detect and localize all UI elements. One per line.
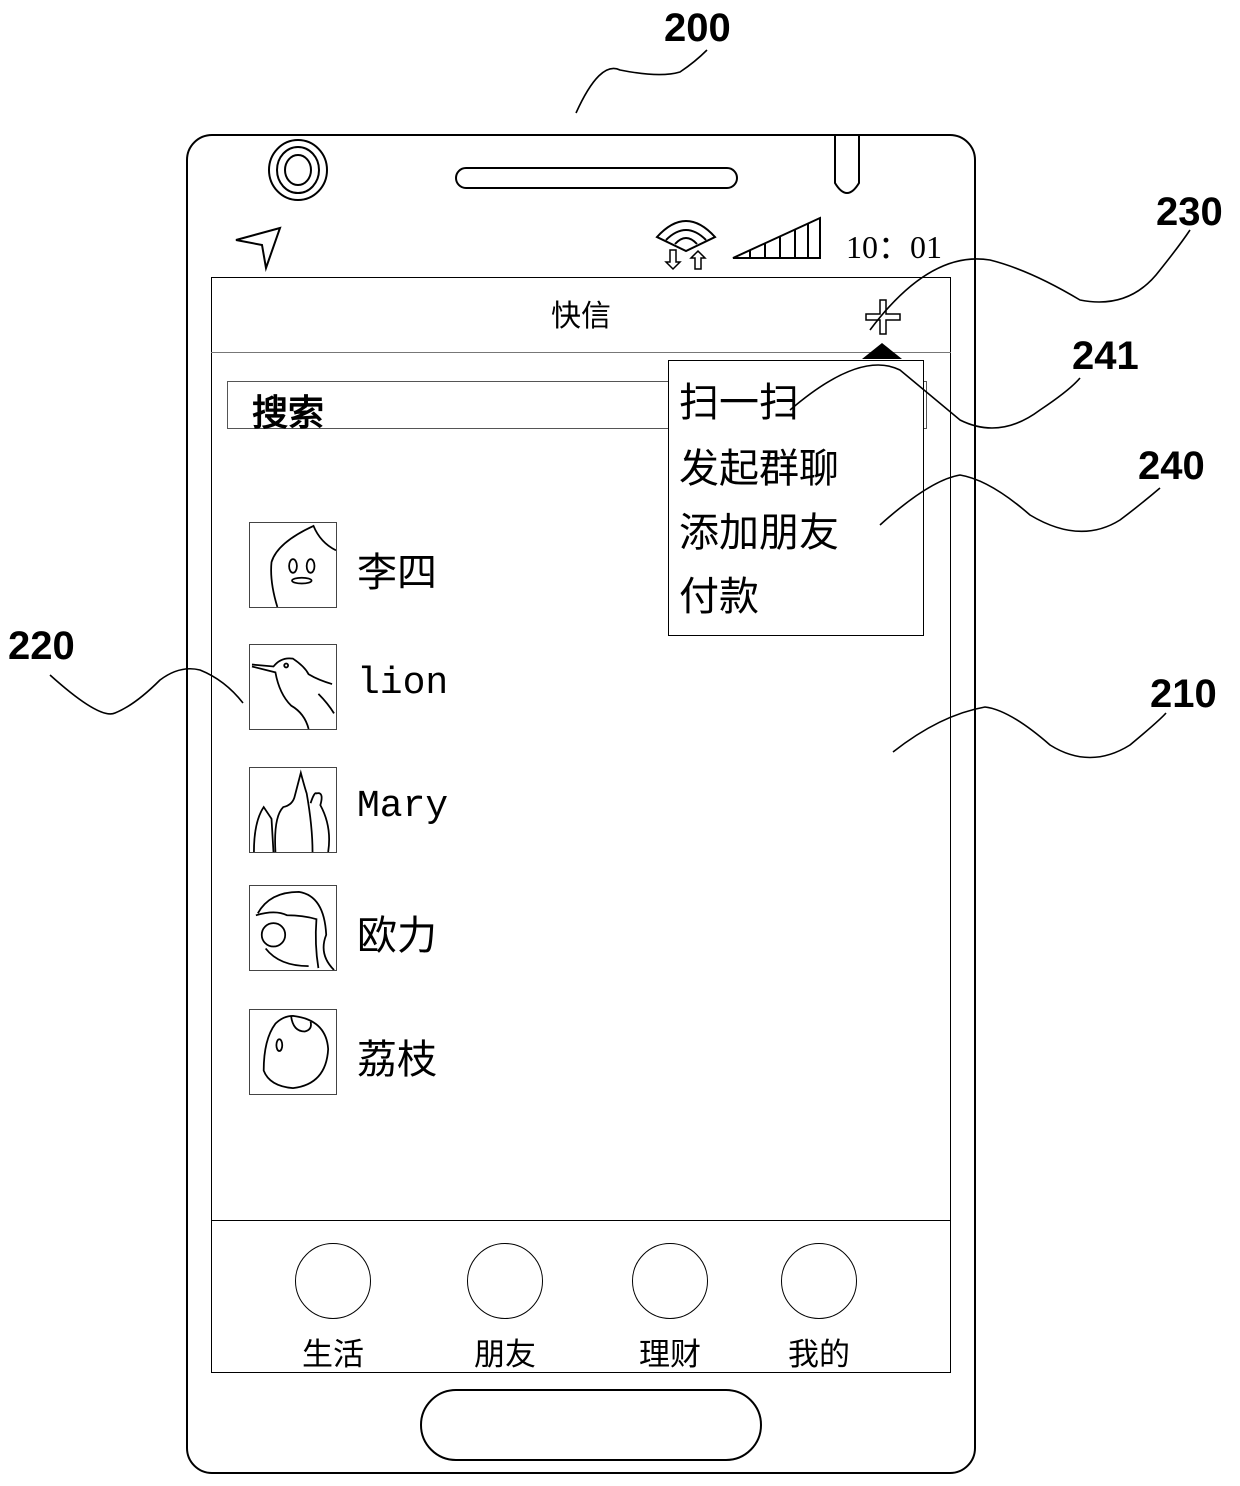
app-header: 快信 (211, 277, 951, 353)
ref-label-230: 230 (1156, 190, 1223, 234)
tab-label: 理财 (639, 1337, 701, 1373)
tab-finance-icon (632, 1243, 708, 1319)
status-time: 10：01 (846, 229, 943, 265)
tab-friends-icon (467, 1243, 543, 1319)
contact-name: 李四 (357, 550, 437, 596)
lychee-avatar (249, 1009, 337, 1095)
home-button[interactable] (420, 1389, 762, 1461)
contact-item[interactable]: Mary (249, 767, 649, 855)
tab-life[interactable]: 生活 (273, 1221, 393, 1373)
contact-name: 荔枝 (357, 1037, 437, 1083)
popup-menu: 扫一扫 发起群聊 添加朋友 付款 (668, 360, 924, 636)
contact-item[interactable]: 荔枝 (249, 1009, 649, 1097)
tab-label: 生活 (302, 1337, 364, 1373)
ghost-avatar (249, 522, 337, 608)
ref-label-240: 240 (1138, 444, 1205, 488)
app-title: 快信 (551, 299, 611, 334)
tab-me-icon (781, 1243, 857, 1319)
contact-name: lion (357, 662, 449, 705)
menu-item-payment[interactable]: 付款 (679, 575, 759, 619)
tab-life-icon (295, 1243, 371, 1319)
tab-me[interactable]: 我的 (759, 1221, 879, 1373)
tab-friends[interactable]: 朋友 (445, 1221, 565, 1373)
ref-label-241: 241 (1072, 334, 1139, 378)
contact-name: 欧力 (357, 913, 437, 959)
callout-line-200 (575, 49, 708, 114)
tab-label: 我的 (788, 1337, 850, 1373)
earpiece-speaker (455, 167, 738, 189)
menu-item-group-chat[interactable]: 发起群聊 (679, 447, 839, 491)
menu-caret-icon (862, 343, 902, 359)
swirl-avatar (249, 885, 337, 971)
menu-item-add-friend[interactable]: 添加朋友 (679, 511, 839, 555)
ref-label-210: 210 (1150, 672, 1217, 716)
tab-finance[interactable]: 理财 (610, 1221, 730, 1373)
contact-item[interactable]: 李四 (249, 522, 649, 610)
tab-bar: 生活 朋友 理财 我的 (211, 1220, 951, 1373)
plus-icon[interactable] (864, 298, 902, 336)
menu-item-scan[interactable]: 扫一扫 (679, 381, 799, 425)
search-placeholder: 搜索 (252, 392, 325, 434)
contact-item[interactable]: lion (249, 644, 649, 732)
ref-label-200: 200 (664, 6, 731, 50)
tab-label: 朋友 (474, 1337, 536, 1373)
contact-name: Mary (357, 785, 449, 828)
ref-label-220: 220 (8, 624, 75, 668)
contact-item[interactable]: 欧力 (249, 885, 649, 973)
flames-avatar (249, 767, 337, 853)
bird-avatar (249, 644, 337, 730)
